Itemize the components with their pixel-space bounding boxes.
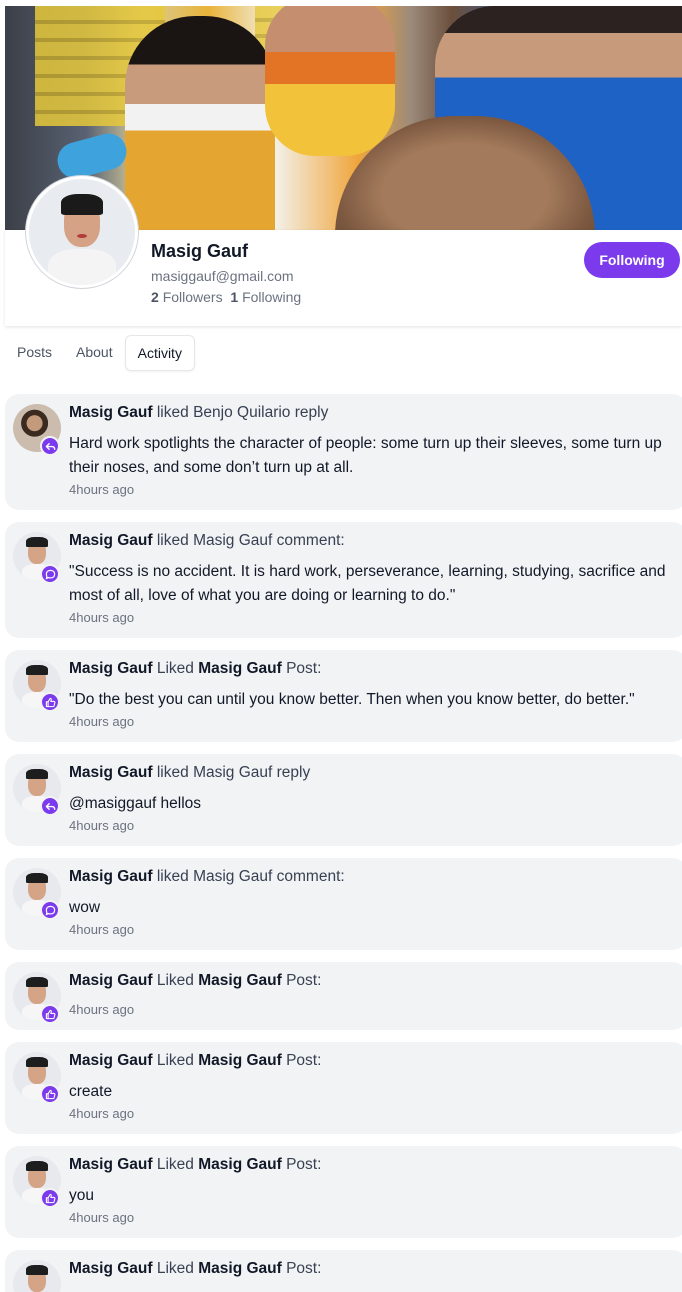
activity-verb: Liked [156, 1052, 194, 1069]
activity-summary: Masig Gauf Liked Masig Gauf Post: [69, 1052, 321, 1070]
activity-summary: Masig Gauf Liked Masig Gauf Post: [69, 1156, 321, 1174]
activity-summary: Masig Gauf Liked Masig Gauf Post: [69, 1260, 321, 1278]
activity-actor[interactable]: Masig Gauf [69, 532, 153, 549]
activity-object: Post: [286, 1156, 322, 1173]
activity-target[interactable]: Masig Gauf [193, 532, 272, 549]
activity-object: reply [276, 764, 311, 781]
profile-tabs: Posts About Activity [5, 335, 195, 371]
activity-time: 4hours ago [69, 922, 135, 937]
activity-target[interactable]: Masig Gauf [198, 660, 282, 677]
activity-time: 4hours ago [69, 1210, 135, 1225]
activity-body: "Do the best you can until you know bett… [69, 691, 635, 708]
activity-time: 4hours ago [69, 610, 135, 625]
profile-stats: 2 Followers 1 Following [151, 289, 301, 305]
activity-body: @masiggauf hellos [69, 795, 202, 812]
activity-actor[interactable]: Masig Gauf [69, 972, 153, 989]
thumbs-up-icon [40, 1084, 60, 1104]
activity-item[interactable]: Masig Gauf liked Benjo Quilario reply Har… [5, 394, 682, 510]
activity-object: Post: [286, 972, 322, 989]
profile-email: masiggauf@gmail.com [151, 268, 294, 284]
activity-target[interactable]: Masig Gauf [198, 972, 282, 989]
activity-verb: liked [156, 532, 189, 549]
activity-time: 4hours ago [69, 482, 135, 497]
activity-actor[interactable]: Masig Gauf [69, 1156, 153, 1173]
activity-item[interactable]: Masig Gauf Liked Masig Gauf Post: create 4… [5, 1042, 682, 1134]
activity-summary: Masig Gauf liked Masig Gauf comment: [69, 868, 345, 886]
activity-item[interactable]: Masig Gauf Liked Masig Gauf Post: you 4hou… [5, 1146, 682, 1238]
activity-target[interactable]: Masig Gauf [198, 1156, 282, 1173]
activity-target[interactable]: Benjo Quilario [193, 404, 290, 421]
followers-link[interactable]: 2 Followers [151, 289, 223, 305]
activity-time: 4hours ago [69, 714, 135, 729]
activity-object: Post: [286, 1260, 322, 1277]
following-link[interactable]: 1 Following [230, 289, 301, 305]
following-count: 1 [230, 289, 239, 305]
activity-body: you [69, 1187, 94, 1204]
thumbs-up-icon [40, 1188, 60, 1208]
activity-verb: liked [156, 868, 189, 885]
activity-verb: Liked [156, 972, 194, 989]
activity-actor[interactable]: Masig Gauf [69, 404, 153, 421]
tab-posts[interactable]: Posts [5, 335, 64, 371]
thumbs-up-icon [40, 692, 60, 712]
following-label: Following [242, 289, 302, 305]
tab-activity[interactable]: Activity [124, 335, 195, 371]
activity-verb: Liked [156, 1156, 194, 1173]
profile-name: Masig Gauf [151, 241, 249, 261]
activity-time: 4hours ago [69, 1002, 135, 1017]
activity-target[interactable]: Masig Gauf [198, 1260, 282, 1277]
reply-icon [40, 796, 60, 816]
profile-avatar[interactable] [26, 176, 138, 288]
following-button[interactable]: Following [584, 242, 680, 278]
activity-time: 4hours ago [69, 1106, 135, 1121]
activity-summary: Masig Gauf liked Masig Gauf reply [69, 764, 310, 782]
tab-about[interactable]: About [64, 335, 125, 371]
activity-verb: liked [156, 764, 189, 781]
reply-icon [40, 436, 60, 456]
activity-verb: liked [156, 404, 189, 421]
activity-avatar[interactable] [13, 1260, 61, 1292]
activity-item[interactable]: Masig Gauf liked Masig Gauf reply @masigg… [5, 754, 682, 846]
activity-item[interactable]: Masig Gauf Liked Masig Gauf Post: [5, 1250, 682, 1292]
followers-label: Followers [162, 289, 223, 305]
activity-body: wow [69, 899, 101, 916]
activity-verb: Liked [156, 1260, 194, 1277]
activity-actor[interactable]: Masig Gauf [69, 868, 153, 885]
activity-object: reply [294, 404, 329, 421]
activity-actor[interactable]: Masig Gauf [69, 1260, 153, 1277]
activity-target[interactable]: Masig Gauf [198, 1052, 282, 1069]
activity-object: Post: [286, 660, 322, 677]
activity-object: comment: [276, 868, 345, 885]
activity-time: 4hours ago [69, 818, 135, 833]
activity-body: create [69, 1083, 113, 1100]
activity-summary: Masig Gauf liked Benjo Quilario reply [69, 404, 328, 422]
activity-item[interactable]: Masig Gauf liked Masig Gauf comment: "Suc… [5, 522, 682, 638]
activity-body: Hard work spotlights the character of pe… [69, 435, 662, 476]
comment-icon [40, 900, 60, 920]
activity-actor[interactable]: Masig Gauf [69, 660, 153, 677]
thumbs-up-icon [40, 1004, 60, 1024]
activity-actor[interactable]: Masig Gauf [69, 1052, 153, 1069]
activity-summary: Masig Gauf Liked Masig Gauf Post: [69, 660, 321, 678]
activity-verb: Liked [156, 660, 194, 677]
activity-summary: Masig Gauf Liked Masig Gauf Post: [69, 972, 321, 990]
activity-object: Post: [286, 1052, 322, 1069]
activity-body: "Success is no accident. It is hard work… [69, 563, 666, 604]
followers-count: 2 [151, 289, 159, 305]
activity-object: comment: [276, 532, 345, 549]
comment-icon [40, 564, 60, 584]
activity-target[interactable]: Masig Gauf [193, 868, 272, 885]
activity-item[interactable]: Masig Gauf Liked Masig Gauf Post: "Do the… [5, 650, 682, 742]
activity-target[interactable]: Masig Gauf [193, 764, 272, 781]
activity-item[interactable]: Masig Gauf Liked Masig Gauf Post: 4hours … [5, 962, 682, 1030]
activity-actor[interactable]: Masig Gauf [69, 764, 153, 781]
activity-summary: Masig Gauf liked Masig Gauf comment: [69, 532, 345, 550]
activity-item[interactable]: Masig Gauf liked Masig Gauf comment: wow 4… [5, 858, 682, 950]
